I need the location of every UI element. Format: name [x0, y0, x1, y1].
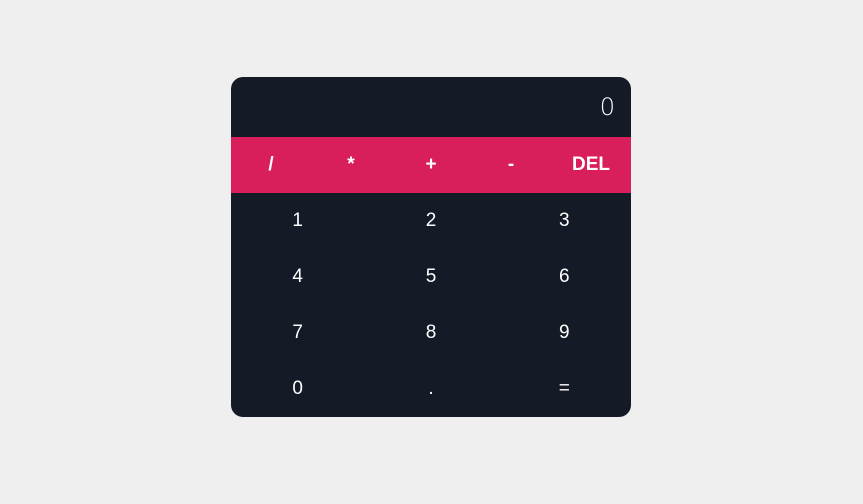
calculator-display: 0	[231, 77, 631, 137]
digit-6-button[interactable]: 6	[498, 249, 631, 305]
subtract-button[interactable]: -	[471, 137, 551, 193]
display-value: 0	[599, 93, 615, 121]
digit-0-button[interactable]: 0	[231, 361, 364, 417]
decimal-button[interactable]: .	[364, 361, 497, 417]
equals-button[interactable]: =	[498, 361, 631, 417]
digit-7-button[interactable]: 7	[231, 305, 364, 361]
digit-2-button[interactable]: 2	[364, 193, 497, 249]
digit-pad: 1 2 3 4 5 6 7 8 9 0 . =	[231, 193, 631, 417]
digit-1-button[interactable]: 1	[231, 193, 364, 249]
digit-8-button[interactable]: 8	[364, 305, 497, 361]
calculator: 0 / * + - DEL 1 2 3 4 5 6 7 8 9 0 . =	[231, 77, 631, 417]
digit-5-button[interactable]: 5	[364, 249, 497, 305]
delete-button[interactable]: DEL	[551, 137, 631, 193]
digit-9-button[interactable]: 9	[498, 305, 631, 361]
digit-3-button[interactable]: 3	[498, 193, 631, 249]
divide-button[interactable]: /	[231, 137, 311, 193]
add-button[interactable]: +	[391, 137, 471, 193]
multiply-button[interactable]: *	[311, 137, 391, 193]
digit-4-button[interactable]: 4	[231, 249, 364, 305]
operator-row: / * + - DEL	[231, 137, 631, 193]
